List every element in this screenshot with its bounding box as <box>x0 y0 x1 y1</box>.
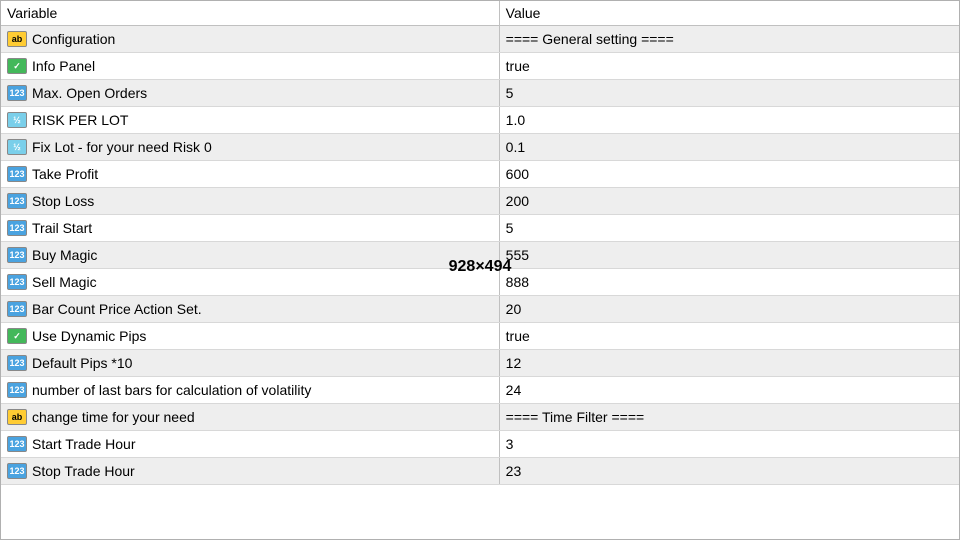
variable-label: Start Trade Hour <box>32 436 136 452</box>
variable-cell[interactable]: 123 Start Trade Hour <box>1 431 499 458</box>
value-cell[interactable]: 24 <box>499 377 959 404</box>
bool-type-icon: ✓ <box>7 328 27 344</box>
variable-label: Default Pips *10 <box>32 355 132 371</box>
value-cell[interactable]: 888 <box>499 269 959 296</box>
value-cell[interactable]: true <box>499 323 959 350</box>
variable-label: Trail Start <box>32 220 92 236</box>
int-type-icon: 123 <box>7 355 27 371</box>
table-row[interactable]: 123 Trail Start 5 <box>1 215 959 242</box>
variable-cell[interactable]: 123 Trail Start <box>1 215 499 242</box>
value-cell[interactable]: 555 <box>499 242 959 269</box>
header-variable[interactable]: Variable <box>1 1 499 26</box>
variable-cell[interactable]: ab change time for your need <box>1 404 499 431</box>
variable-cell[interactable]: ½ RISK PER LOT <box>1 107 499 134</box>
int-type-icon: 123 <box>7 193 27 209</box>
variable-cell[interactable]: ½ Fix Lot - for your need Risk 0 <box>1 134 499 161</box>
int-type-icon: 123 <box>7 166 27 182</box>
table-row[interactable]: 123 Max. Open Orders 5 <box>1 80 959 107</box>
value-cell[interactable]: 1.0 <box>499 107 959 134</box>
variable-cell[interactable]: ✓ Use Dynamic Pips <box>1 323 499 350</box>
properties-table: Variable Value ab Configuration ==== Gener… <box>1 1 959 485</box>
table-row[interactable]: 123 Bar Count Price Action Set. 20 <box>1 296 959 323</box>
variable-label: Stop Trade Hour <box>32 463 135 479</box>
table-row[interactable]: ab Configuration ==== General setting ==== <box>1 26 959 53</box>
int-type-icon: 123 <box>7 85 27 101</box>
table-row[interactable]: ½ Fix Lot - for your need Risk 0 0.1 <box>1 134 959 161</box>
variable-cell[interactable]: 123 Stop Trade Hour <box>1 458 499 485</box>
variable-label: Fix Lot - for your need Risk 0 <box>32 139 212 155</box>
string-type-icon: ab <box>7 409 27 425</box>
value-cell[interactable]: 20 <box>499 296 959 323</box>
variable-cell[interactable]: 123 number of last bars for calculation o… <box>1 377 499 404</box>
variable-label: Sell Magic <box>32 274 97 290</box>
variable-cell[interactable]: 123 Stop Loss <box>1 188 499 215</box>
table-row[interactable]: 123 Stop Trade Hour 23 <box>1 458 959 485</box>
int-type-icon: 123 <box>7 463 27 479</box>
table-row[interactable]: 123 Buy Magic 555 <box>1 242 959 269</box>
int-type-icon: 123 <box>7 436 27 452</box>
variable-label: Bar Count Price Action Set. <box>32 301 202 317</box>
table-row[interactable]: 123 number of last bars for calculation o… <box>1 377 959 404</box>
table-row[interactable]: ✓ Info Panel true <box>1 53 959 80</box>
bool-type-icon: ✓ <box>7 58 27 74</box>
variable-label: Stop Loss <box>32 193 94 209</box>
variable-label: Configuration <box>32 31 115 47</box>
variable-label: Max. Open Orders <box>32 85 147 101</box>
table-row[interactable]: ½ RISK PER LOT 1.0 <box>1 107 959 134</box>
value-cell[interactable]: 3 <box>499 431 959 458</box>
variable-cell[interactable]: 123 Buy Magic <box>1 242 499 269</box>
int-type-icon: 123 <box>7 220 27 236</box>
string-type-icon: ab <box>7 31 27 47</box>
variable-cell[interactable]: 123 Max. Open Orders <box>1 80 499 107</box>
header-value[interactable]: Value <box>499 1 959 26</box>
int-type-icon: 123 <box>7 274 27 290</box>
header-row: Variable Value <box>1 1 959 26</box>
double-type-icon: ½ <box>7 139 27 155</box>
value-cell[interactable]: 5 <box>499 215 959 242</box>
variable-label: RISK PER LOT <box>32 112 128 128</box>
value-cell[interactable]: true <box>499 53 959 80</box>
value-cell[interactable]: 200 <box>499 188 959 215</box>
variable-label: Use Dynamic Pips <box>32 328 146 344</box>
table-row[interactable]: 123 Take Profit 600 <box>1 161 959 188</box>
variable-label: Info Panel <box>32 58 95 74</box>
variable-cell[interactable]: ab Configuration <box>1 26 499 53</box>
variable-label: number of last bars for calculation of v… <box>32 382 311 398</box>
variable-cell[interactable]: 123 Take Profit <box>1 161 499 188</box>
double-type-icon: ½ <box>7 112 27 128</box>
variable-label: change time for your need <box>32 409 195 425</box>
value-cell[interactable]: ==== Time Filter ==== <box>499 404 959 431</box>
int-type-icon: 123 <box>7 382 27 398</box>
int-type-icon: 123 <box>7 247 27 263</box>
int-type-icon: 123 <box>7 301 27 317</box>
variable-cell[interactable]: 123 Sell Magic <box>1 269 499 296</box>
table-row[interactable]: ab change time for your need ==== Time Fil… <box>1 404 959 431</box>
table-row[interactable]: 123 Sell Magic 888 <box>1 269 959 296</box>
value-cell[interactable]: 12 <box>499 350 959 377</box>
variable-cell[interactable]: 123 Default Pips *10 <box>1 350 499 377</box>
variable-label: Take Profit <box>32 166 98 182</box>
value-cell[interactable]: 600 <box>499 161 959 188</box>
table-row[interactable]: 123 Start Trade Hour 3 <box>1 431 959 458</box>
variable-cell[interactable]: 123 Bar Count Price Action Set. <box>1 296 499 323</box>
value-cell[interactable]: 23 <box>499 458 959 485</box>
variable-cell[interactable]: ✓ Info Panel <box>1 53 499 80</box>
table-row[interactable]: 123 Stop Loss 200 <box>1 188 959 215</box>
variable-label: Buy Magic <box>32 247 97 263</box>
table-row[interactable]: 123 Default Pips *10 12 <box>1 350 959 377</box>
value-cell[interactable]: 5 <box>499 80 959 107</box>
value-cell[interactable]: ==== General setting ==== <box>499 26 959 53</box>
table-row[interactable]: ✓ Use Dynamic Pips true <box>1 323 959 350</box>
value-cell[interactable]: 0.1 <box>499 134 959 161</box>
